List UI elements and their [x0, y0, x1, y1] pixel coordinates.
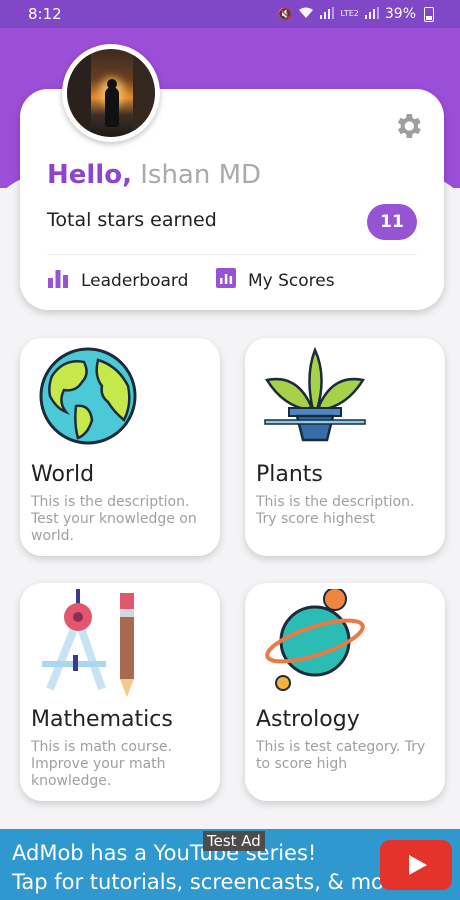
- status-bar: 8:12 🔇 LTE2 39%: [0, 0, 460, 28]
- greeting-hello: Hello,: [47, 160, 132, 190]
- my-scores-label: My Scores: [248, 270, 335, 291]
- category-title: World: [31, 462, 95, 487]
- my-scores-button[interactable]: My Scores: [216, 268, 335, 293]
- compass-pencil-icon: [40, 589, 146, 697]
- category-description: This is the description. Try score highe…: [256, 494, 415, 527]
- globe-icon: [38, 346, 144, 452]
- category-card-plants[interactable]: Plants This is the description. Try scor…: [245, 338, 445, 556]
- mute-icon: 🔇: [277, 7, 293, 21]
- category-description: This is test category. Try to score high: [256, 739, 426, 772]
- category-title: Plants: [256, 462, 323, 487]
- avatar[interactable]: [62, 44, 160, 142]
- test-ad-label: Test Ad: [203, 831, 265, 851]
- signal-icon: [320, 6, 335, 22]
- status-time: 8:12: [28, 5, 62, 23]
- battery-percent: 39%: [384, 6, 416, 22]
- youtube-play-icon[interactable]: [380, 840, 452, 890]
- stars-count-badge: 11: [367, 204, 417, 240]
- category-description: This is math course. Improve your math k…: [31, 739, 172, 789]
- wifi-icon: [298, 7, 314, 22]
- settings-gear-icon[interactable]: [392, 110, 424, 142]
- signal-icon-2: [364, 6, 379, 22]
- category-card-world[interactable]: World This is the description. Test your…: [20, 338, 220, 556]
- category-card-mathematics[interactable]: Mathematics This is math course. Improve…: [20, 583, 220, 801]
- battery-icon: [424, 6, 434, 22]
- planet-icon: [263, 587, 369, 695]
- scores-chart-icon: [216, 268, 236, 293]
- category-description: This is the description. Test your knowl…: [31, 494, 197, 544]
- ad-line-2: Tap for tutorials, screencasts, & more.: [12, 870, 412, 894]
- ad-line-1: AdMob has a YouTube series!: [12, 841, 317, 865]
- plant-icon: [263, 346, 369, 452]
- category-title: Astrology: [256, 707, 360, 732]
- stars-label: Total stars earned: [47, 209, 217, 231]
- category-card-astrology[interactable]: Astrology This is test category. Try to …: [245, 583, 445, 801]
- user-name: Ishan MD: [140, 160, 262, 190]
- leaderboard-button[interactable]: Leaderboard: [47, 268, 188, 293]
- profile-divider: [47, 254, 417, 255]
- status-icons: 🔇 LTE2 39%: [278, 6, 434, 22]
- leaderboard-icon: [47, 268, 69, 293]
- avatar-photo: [67, 49, 155, 137]
- network-type: LTE2: [340, 9, 359, 18]
- leaderboard-label: Leaderboard: [81, 270, 189, 291]
- category-title: Mathematics: [31, 707, 173, 732]
- greeting: Hello, Ishan MD: [47, 160, 261, 190]
